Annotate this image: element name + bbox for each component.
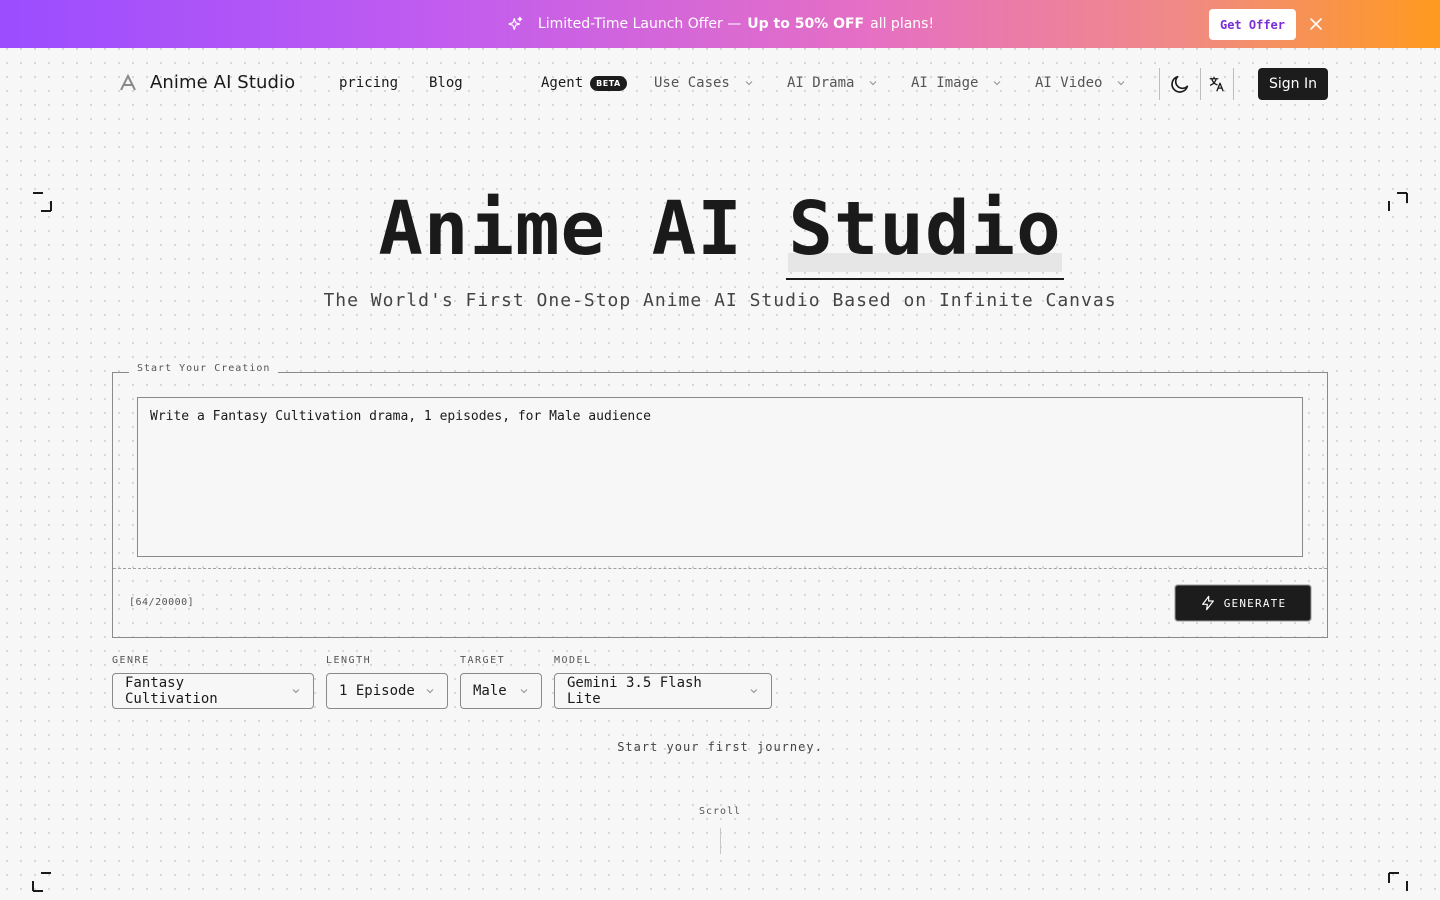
chevron-down-icon	[745, 81, 753, 86]
promo-banner: Limited-Time Launch Offer — Up to 50% OF…	[0, 0, 1440, 48]
promo-text-after: all plans!	[870, 16, 935, 32]
hero-title-plain: Anime AI	[378, 186, 743, 272]
creation-panel: Start Your Creation Write a Fantasy Cult…	[112, 363, 1328, 638]
logo-text: Anime AI Studio	[150, 72, 296, 93]
theme-toggle-button[interactable]	[1168, 72, 1192, 96]
nav-agent[interactable]: Agent BETA	[541, 75, 627, 91]
prompt-input[interactable]: Write a Fantasy Cultivation drama, 1 epi…	[137, 397, 1303, 557]
model-select[interactable]: Gemini 3.5 Flash Lite	[554, 673, 772, 709]
sign-in-button[interactable]: Sign In	[1258, 68, 1328, 100]
translate-icon	[1209, 76, 1224, 92]
chevron-down-icon	[520, 689, 528, 694]
length-value: 1 Episode	[339, 683, 415, 699]
scroll-indicator	[720, 828, 721, 854]
hero-title: Anime AI Studio	[0, 186, 1440, 280]
nav-ai-image[interactable]: AI Image	[911, 75, 1002, 91]
beta-badge: BETA	[590, 75, 627, 91]
length-select[interactable]: 1 Episode	[326, 673, 448, 709]
nav-ai-video[interactable]: AI Video	[1035, 75, 1126, 91]
corner-bracket-icon	[32, 872, 51, 892]
hero-title-accent: Studio	[786, 186, 1064, 280]
genre-value: Fantasy Cultivation	[125, 675, 218, 707]
genre-select[interactable]: Fantasy Cultivation	[112, 673, 314, 709]
model-value: Gemini 3.5 Flash Lite	[567, 675, 702, 707]
nav-use-cases[interactable]: Use Cases	[654, 75, 754, 91]
nav-ai-video-label: AI Video	[1035, 75, 1103, 91]
corner-bracket-icon	[1388, 872, 1408, 891]
moon-icon	[1171, 75, 1189, 93]
logo[interactable]: Anime AI Studio	[118, 72, 295, 93]
generate-button[interactable]: GENERATE	[1175, 585, 1311, 621]
model-option: MODEL Gemini 3.5 Flash Lite	[554, 655, 772, 709]
chevron-down-icon	[994, 81, 1001, 86]
char-count: [64/20000]	[129, 597, 195, 608]
generate-label: GENERATE	[1223, 596, 1287, 610]
header-divider	[1159, 68, 1160, 100]
chevron-down-icon	[1118, 81, 1125, 86]
length-option: LENGTH 1 Episode	[326, 655, 448, 709]
nav-agent-label: Agent	[541, 75, 584, 91]
header-divider	[1233, 68, 1234, 100]
creation-legend: Start Your Creation	[129, 363, 279, 374]
logo-mark-icon	[120, 73, 136, 90]
model-label: MODEL	[554, 655, 592, 666]
genre-option: GENRE Fantasy Cultivation	[112, 655, 314, 709]
nav-ai-drama[interactable]: AI Drama	[787, 75, 878, 91]
nav-blog-label: Blog	[429, 75, 463, 91]
lightning-icon	[1201, 595, 1214, 611]
target-option: TARGET Male	[460, 655, 542, 709]
nav-ai-drama-label: AI Drama	[787, 75, 855, 91]
nav-ai-image-label: AI Image	[911, 75, 979, 91]
chevron-down-icon	[870, 81, 877, 86]
genre-label: GENRE	[112, 655, 150, 666]
chevron-down-icon	[750, 689, 758, 694]
promo-text-before: Limited-Time Launch Offer —	[537, 16, 742, 32]
promo-discount: Up to 50% OFF	[747, 16, 865, 32]
target-value: Male	[473, 683, 507, 699]
target-label: TARGET	[460, 655, 506, 666]
journey-text: Start your first journey.	[617, 740, 823, 754]
length-label: LENGTH	[326, 655, 372, 666]
chevron-down-icon	[292, 689, 300, 694]
creation-divider	[113, 568, 1327, 569]
scroll-label: Scroll	[698, 806, 742, 817]
language-button[interactable]	[1205, 72, 1229, 96]
nav-blog[interactable]: Blog	[429, 75, 463, 91]
promo-message: Limited-Time Launch Offer — Up to 50% OF…	[506, 15, 934, 33]
sparkle-icon	[508, 16, 523, 30]
get-offer-button[interactable]: Get Offer	[1209, 9, 1296, 40]
close-icon	[1310, 18, 1322, 30]
close-banner-button[interactable]	[1306, 14, 1326, 34]
chevron-down-icon	[426, 689, 434, 694]
nav-use-cases-label: Use Cases	[654, 75, 730, 91]
header-divider	[1200, 68, 1201, 100]
nav-pricing-label: pricing	[339, 75, 399, 91]
nav-pricing[interactable]: pricing	[339, 75, 398, 91]
target-select[interactable]: Male	[460, 673, 542, 709]
hero-subtitle: The World's First One-Stop Anime AI Stud…	[323, 290, 1117, 311]
site-header: Anime AI Studio pricing Blog Agent BETA …	[0, 48, 1440, 120]
